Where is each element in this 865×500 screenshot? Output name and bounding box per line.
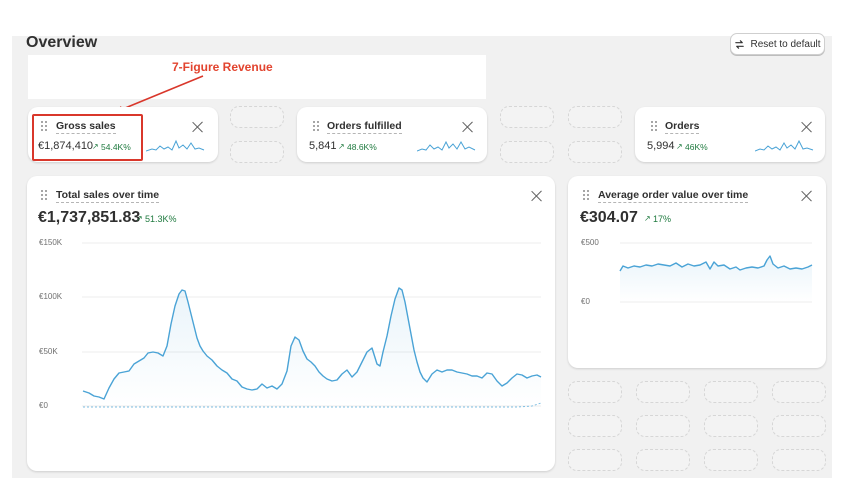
empty-slot	[704, 415, 758, 437]
reset-to-default-button[interactable]: Reset to default	[730, 33, 825, 55]
metric-delta: 48.6K%	[347, 142, 377, 152]
arrow-up-right-icon: ↗	[338, 142, 345, 151]
page-title: Overview	[26, 34, 98, 51]
metric-delta: 46K%	[685, 142, 708, 152]
arrow-up-right-icon: ↗	[676, 142, 683, 151]
area-fill	[620, 256, 812, 302]
empty-slot	[568, 141, 622, 163]
annotation-label: 7-Figure Revenue	[172, 60, 273, 74]
total-sales-chart	[82, 242, 542, 408]
empty-slot	[230, 106, 284, 128]
drag-handle-icon[interactable]	[313, 121, 321, 131]
refresh-icon	[734, 39, 745, 50]
empty-slot	[704, 381, 758, 403]
metric-value: 5,994	[647, 140, 675, 152]
empty-slot	[500, 106, 554, 128]
empty-slot	[568, 415, 622, 437]
drag-handle-icon[interactable]	[651, 121, 659, 131]
card-title[interactable]: Orders fulfilled	[327, 120, 402, 134]
reset-button-label: Reset to default	[750, 38, 821, 50]
empty-slot	[568, 106, 622, 128]
metric-value: 5,841	[309, 140, 337, 152]
empty-slot	[772, 449, 826, 471]
aov-chart	[619, 242, 813, 303]
empty-slot	[230, 141, 284, 163]
orders-fulfilled-card[interactable]: Orders fulfilled 5,841 ↗ 48.6K%	[297, 107, 487, 162]
empty-slot	[568, 381, 622, 403]
empty-slot	[772, 381, 826, 403]
close-icon[interactable]	[801, 121, 813, 133]
aov-card[interactable]: Average order value over time €304.07 ↗ …	[568, 176, 826, 368]
close-icon[interactable]	[462, 121, 474, 133]
empty-slot	[636, 449, 690, 471]
empty-slot	[636, 415, 690, 437]
empty-slot	[568, 449, 622, 471]
total-sales-card[interactable]: Total sales over time €1,737,851.83 ↗ 51…	[27, 176, 555, 471]
empty-slot	[772, 415, 826, 437]
sparkline	[417, 140, 476, 152]
sparkline	[146, 139, 205, 152]
close-icon[interactable]	[192, 121, 204, 133]
card-title[interactable]: Orders	[665, 120, 700, 134]
orders-card[interactable]: Orders 5,994 ↗ 46K%	[635, 107, 825, 162]
empty-slot	[704, 449, 758, 471]
area-fill	[83, 288, 541, 406]
empty-slot	[636, 381, 690, 403]
highlight-box	[32, 114, 143, 161]
empty-slot	[500, 141, 554, 163]
sparkline	[755, 139, 814, 152]
